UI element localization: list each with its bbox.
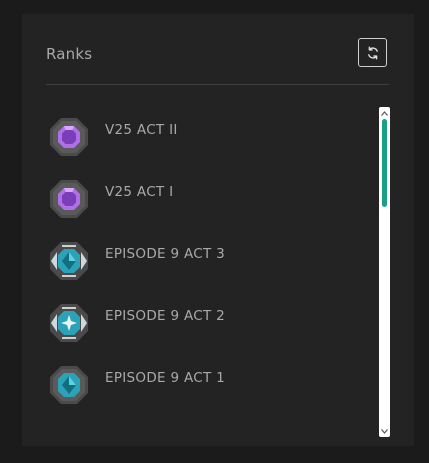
rank-item-partial[interactable] [46,416,376,422]
ranks-panel: Ranks V25 ACT II V25 ACT I EPISODE 9 ACT… [22,14,414,446]
rank-item[interactable]: EPISODE 9 ACT 1 [46,354,376,416]
scroll-down-arrow[interactable] [379,426,390,436]
rank-label: V25 ACT II [105,122,178,138]
rank-label: EPISODE 9 ACT 2 [105,308,225,324]
panel-title: Ranks [46,45,93,63]
teal-winged-rank-icon [50,242,88,280]
rank-item[interactable]: V25 ACT II [46,106,376,168]
rank-item[interactable]: V25 ACT I [46,168,376,230]
scroll-thumb[interactable] [382,119,387,207]
amethyst-rank-icon [50,180,88,218]
rank-item[interactable]: EPISODE 9 ACT 3 [46,230,376,292]
rank-list: V25 ACT II V25 ACT I EPISODE 9 ACT 3 EPI… [46,106,376,422]
rank-label: EPISODE 9 ACT 3 [105,246,225,262]
chevron-down-icon [381,428,388,434]
refresh-button[interactable] [358,38,387,67]
list-scrollbar[interactable] [379,107,390,437]
chevron-up-icon [381,110,388,116]
panel-header: Ranks [46,38,389,85]
scroll-up-arrow[interactable] [379,108,390,118]
amethyst-rank-icon [50,118,88,156]
rank-label: EPISODE 9 ACT 1 [105,370,225,386]
teal-star-winged-rank-icon [50,304,88,342]
teal-rank-icon [50,366,88,404]
rank-item[interactable]: EPISODE 9 ACT 2 [46,292,376,354]
refresh-icon [367,46,378,59]
rank-label: V25 ACT I [105,184,174,200]
